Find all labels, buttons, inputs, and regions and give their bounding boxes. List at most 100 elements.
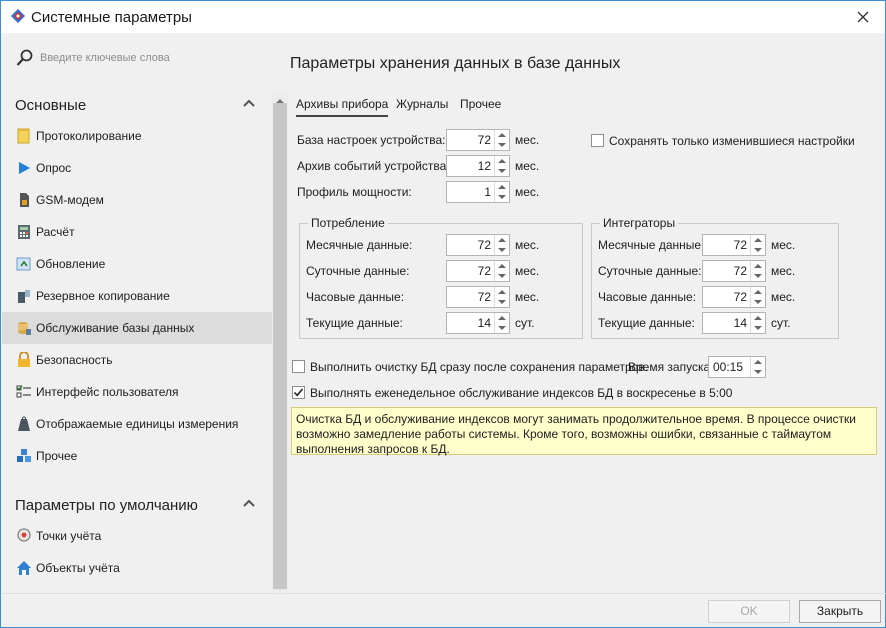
group-header-defaults[interactable]: Параметры по умолчанию [2,491,272,519]
spinner-buttons [494,313,509,333]
sidebar-item-label: Протоколирование [36,129,142,143]
sidebar-item-units[interactable]: Отображаемые единицы измерения [2,408,272,440]
sidebar-scrollbar[interactable] [272,93,288,593]
spin-down-icon[interactable] [495,323,509,333]
sidebar-item-backup[interactable]: Резервное копирование [2,280,272,312]
sidebar-item-logging[interactable]: Протоколирование [2,120,272,152]
sidebar-item-polling[interactable]: Опрос [2,152,272,184]
spin-down-icon[interactable] [495,271,509,281]
integrators-daily-spinner[interactable]: 72 [702,260,766,282]
spinner-value: 72 [477,290,491,304]
search-input[interactable] [40,47,260,69]
spin-up-icon[interactable] [495,261,509,271]
sidebar-item-label: GSM-модем [36,193,104,207]
spin-up-icon[interactable] [495,156,509,166]
sidebar-item-metering-objects[interactable]: Объекты учёта [2,552,272,584]
tab-other[interactable]: Прочее [460,97,501,115]
spin-down-icon[interactable] [751,323,765,333]
weekly-maintenance-checkbox[interactable] [292,386,305,399]
system-settings-window: Системные параметры Основные [0,0,886,628]
spinner-value: 72 [477,238,491,252]
sidebar-item-label: Точки учёта [36,529,102,543]
consumption-current-spinner[interactable]: 14 [446,312,510,334]
tab-journals[interactable]: Журналы [396,97,448,115]
sidebar-item-db-maintenance[interactable]: Обслуживание базы данных [2,312,272,344]
spin-up-icon[interactable] [751,357,765,367]
spinner-value: 72 [733,290,747,304]
sidebar-item-gsm-modem[interactable]: GSM-модем [2,184,272,216]
unit-label: сут. [515,316,535,330]
weight-icon [18,416,30,431]
spin-down-icon[interactable] [751,367,765,377]
spinner-buttons [494,261,509,281]
warning-notice: Очистка БД и обслуживание индексов могут… [291,407,877,456]
spin-down-icon[interactable] [751,271,765,281]
sidebar-item-update[interactable]: Обновление [2,248,272,280]
group-title: Основные [15,97,87,114]
close-button[interactable]: Закрыть [799,600,881,623]
spin-up-icon[interactable] [495,182,509,192]
weekly-maintenance-label: Выполнять еженедельное обслуживание инде… [310,386,733,400]
sidebar-item-label: Обновление [36,257,106,271]
spin-up-icon[interactable] [751,261,765,271]
scrollbar-thumb[interactable] [273,103,287,589]
spinner-value: 1 [484,185,491,199]
start-time-spinner[interactable]: 00:15 [708,356,766,378]
app-logo-icon [11,9,25,23]
search-box [2,43,272,73]
spin-up-icon[interactable] [751,235,765,245]
consumption-daily-spinner[interactable]: 72 [446,260,510,282]
spin-down-icon[interactable] [751,297,765,307]
spin-down-icon[interactable] [495,245,509,255]
ok-button[interactable]: OK [708,600,790,623]
spin-down-icon[interactable] [751,245,765,255]
spinner-value: 00:15 [713,360,744,374]
sidebar-item-metering-points[interactable]: Точки учёта [2,520,272,552]
spin-down-icon[interactable] [495,166,509,176]
spin-up-icon[interactable] [495,313,509,323]
spin-up-icon[interactable] [495,130,509,140]
checkmark-icon [293,388,304,397]
device-settings-spinner[interactable]: 72 [446,129,510,151]
integrators-monthly-label: Месячные данные: [598,238,705,252]
spinner-value: 72 [733,264,747,278]
integrators-current-spinner[interactable]: 14 [702,312,766,334]
consumption-monthly-label: Месячные данные: [306,238,413,252]
house-icon [17,561,31,575]
spin-up-icon[interactable] [751,313,765,323]
spinner-value: 12 [477,159,491,173]
consumption-monthly-spinner[interactable]: 72 [446,234,510,256]
tab-device-archives[interactable]: Архивы прибора [296,97,389,117]
sidebar-item-security[interactable]: Безопасность [2,344,272,376]
device-events-label: Архив событий устройства: [297,159,450,173]
group-title: Параметры по умолчанию [15,497,198,514]
sidebar-item-calculation[interactable]: Расчёт [2,216,272,248]
cleanup-after-save-checkbox[interactable] [292,360,305,373]
group-header-main[interactable]: Основные [2,91,272,119]
play-icon [19,162,30,174]
power-profile-spinner[interactable]: 1 [446,181,510,203]
unit-label: мес. [515,185,540,199]
sidebar-item-other[interactable]: Прочее [2,440,272,472]
save-changed-only-checkbox[interactable] [591,134,604,147]
integrators-hourly-spinner[interactable]: 72 [702,286,766,308]
device-settings-label: База настроек устройства: [297,133,446,147]
spin-up-icon[interactable] [751,287,765,297]
power-profile-label: Профиль мощности: [297,185,412,199]
spin-down-icon[interactable] [495,140,509,150]
sidebar-item-label: Резервное копирование [36,289,170,303]
sidebar-item-user-interface[interactable]: Интерфейс пользователя [2,376,272,408]
integrators-hourly-label: Часовые данные: [598,290,697,304]
close-window-button[interactable] [849,5,877,29]
update-icon [16,257,31,271]
spinner-buttons [494,130,509,150]
spin-up-icon[interactable] [495,235,509,245]
integrators-monthly-spinner[interactable]: 72 [702,234,766,256]
meter-point-icon [17,528,31,542]
sidebar-item-label: Расчёт [36,225,75,239]
consumption-hourly-spinner[interactable]: 72 [446,286,510,308]
spin-down-icon[interactable] [495,192,509,202]
spin-up-icon[interactable] [495,287,509,297]
device-events-spinner[interactable]: 12 [446,155,510,177]
spin-down-icon[interactable] [495,297,509,307]
